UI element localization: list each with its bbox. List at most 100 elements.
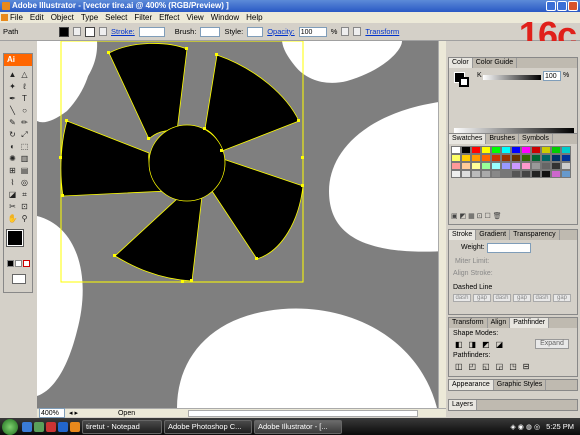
- swatch[interactable]: [491, 162, 501, 170]
- tab-stroke[interactable]: Stroke: [449, 230, 477, 240]
- tab-symbols[interactable]: Symbols: [519, 134, 553, 144]
- stroke-weight-field[interactable]: [138, 26, 165, 37]
- artwork[interactable]: [37, 41, 446, 408]
- taskbar-notepad[interactable]: tiretut - Notepad: [82, 419, 162, 434]
- minimize-button[interactable]: [546, 1, 556, 11]
- swatch[interactable]: [561, 146, 571, 154]
- swatch[interactable]: [501, 162, 511, 170]
- tab-layers[interactable]: Layers: [449, 400, 478, 410]
- swatch[interactable]: [481, 170, 491, 178]
- swatch[interactable]: [541, 154, 551, 162]
- start-button[interactable]: [2, 418, 18, 435]
- swatch[interactable]: [531, 154, 541, 162]
- swatch[interactable]: [551, 170, 561, 178]
- brush-tool-icon[interactable]: ✎: [7, 118, 18, 128]
- swatch[interactable]: [481, 154, 491, 162]
- tab-transform[interactable]: Transform: [449, 318, 488, 328]
- menu-window[interactable]: Window: [211, 13, 239, 22]
- lasso-tool-icon[interactable]: ℓ: [19, 82, 30, 92]
- pathfinder-icons[interactable]: ◫◰◱◲◳⊟: [455, 362, 536, 371]
- swatch[interactable]: [451, 154, 461, 162]
- tray-icons[interactable]: ◈◉◍◎: [510, 423, 542, 431]
- quicklaunch-desktop-icon[interactable]: [34, 421, 44, 432]
- swatch[interactable]: [551, 146, 561, 154]
- swatch[interactable]: [501, 154, 511, 162]
- gradient-tool-icon[interactable]: ▤: [19, 166, 30, 176]
- direct-selection-tool-icon[interactable]: △: [19, 70, 30, 80]
- swatch-grid[interactable]: [451, 146, 571, 198]
- brush-dropdown[interactable]: [200, 26, 221, 37]
- fill-dropdown[interactable]: [73, 27, 81, 36]
- vertical-scrollbar[interactable]: [438, 41, 446, 408]
- align-icon[interactable]: [353, 27, 362, 36]
- horizontal-scrollbar[interactable]: [187, 409, 418, 417]
- selection-tool-icon[interactable]: ▲: [7, 70, 18, 80]
- swatch[interactable]: [521, 162, 531, 170]
- quicklaunch-ps-icon[interactable]: [58, 421, 68, 432]
- stroke-swatch[interactable]: [85, 26, 95, 37]
- swatch[interactable]: [551, 162, 561, 170]
- ellipse-tool-icon[interactable]: ○: [19, 106, 30, 116]
- rotate-tool-icon[interactable]: ↻: [7, 130, 18, 140]
- transform-link[interactable]: Transform: [365, 27, 399, 36]
- tab-color[interactable]: Color: [449, 58, 473, 68]
- style-dropdown[interactable]: [247, 26, 264, 37]
- maximize-button[interactable]: [557, 1, 567, 11]
- swatch[interactable]: [531, 170, 541, 178]
- scale-tool-icon[interactable]: ⤢: [19, 130, 30, 140]
- swatch[interactable]: [491, 170, 501, 178]
- menu-edit[interactable]: Edit: [30, 13, 44, 22]
- dash-field-3[interactable]: dash: [533, 294, 551, 302]
- fill-swatch[interactable]: [59, 26, 69, 37]
- gap-field-1[interactable]: gap: [473, 294, 491, 302]
- warp-tool-icon[interactable]: ◐: [7, 142, 18, 152]
- swatch[interactable]: [561, 170, 571, 178]
- swatch[interactable]: [511, 162, 521, 170]
- type-tool-icon[interactable]: T: [19, 94, 30, 104]
- gradient-mode-button[interactable]: [15, 260, 22, 267]
- eyedropper-tool-icon[interactable]: ⌇: [7, 178, 18, 188]
- canvas[interactable]: [37, 41, 446, 408]
- menu-select[interactable]: Select: [105, 13, 127, 22]
- gap-field-2[interactable]: gap: [513, 294, 531, 302]
- swatch[interactable]: [531, 146, 541, 154]
- stroke-label[interactable]: Stroke:: [111, 27, 135, 36]
- gap-field-3[interactable]: gap: [553, 294, 571, 302]
- free-transform-tool-icon[interactable]: ⬚: [19, 142, 30, 152]
- weight-field[interactable]: [487, 243, 531, 253]
- slice-tool-icon[interactable]: ⊡: [19, 202, 30, 212]
- crop-tool-icon[interactable]: ⌗: [19, 190, 30, 200]
- swatch[interactable]: [511, 170, 521, 178]
- dashed-line-label[interactable]: Dashed Line: [453, 284, 492, 291]
- menu-object[interactable]: Object: [51, 13, 74, 22]
- dash-field-2[interactable]: dash: [493, 294, 511, 302]
- tab-align[interactable]: Align: [488, 318, 511, 328]
- color-mode-button[interactable]: [7, 260, 14, 267]
- swatch[interactable]: [541, 170, 551, 178]
- swatch[interactable]: [531, 162, 541, 170]
- k-value-field[interactable]: 100: [543, 71, 561, 81]
- tab-transparency[interactable]: Transparency: [510, 230, 560, 240]
- quicklaunch-app-icon[interactable]: [46, 421, 56, 432]
- swatch[interactable]: [521, 146, 531, 154]
- blend-tool-icon[interactable]: ◎: [19, 178, 30, 188]
- opacity-field[interactable]: 100: [298, 26, 327, 37]
- dash-field-1[interactable]: dash: [453, 294, 471, 302]
- swatches-footer-icons[interactable]: ▣ ◩ ▦ ⊡ ☐ 🗑: [451, 212, 571, 222]
- menu-effect[interactable]: Effect: [159, 13, 179, 22]
- fill-color-box[interactable]: [6, 229, 24, 247]
- taskbar-photoshop[interactable]: Adobe Photoshop C...: [164, 419, 252, 434]
- swatch[interactable]: [451, 170, 461, 178]
- symbol-sprayer-tool-icon[interactable]: ✺: [7, 154, 18, 164]
- document-setup-icon[interactable]: [341, 27, 350, 36]
- menu-view[interactable]: View: [186, 13, 203, 22]
- stroke-color-dropdown[interactable]: [99, 27, 107, 36]
- quicklaunch-ai-icon[interactable]: [70, 421, 80, 432]
- swatch[interactable]: [561, 162, 571, 170]
- shape-mode-icons[interactable]: ◧◨◩◪: [455, 340, 509, 349]
- hand-tool-icon[interactable]: ✋: [7, 214, 18, 224]
- tab-color-guide[interactable]: Color Guide: [473, 58, 518, 68]
- swatch[interactable]: [471, 162, 481, 170]
- tab-gradient[interactable]: Gradient: [476, 230, 511, 240]
- swatch[interactable]: [551, 154, 561, 162]
